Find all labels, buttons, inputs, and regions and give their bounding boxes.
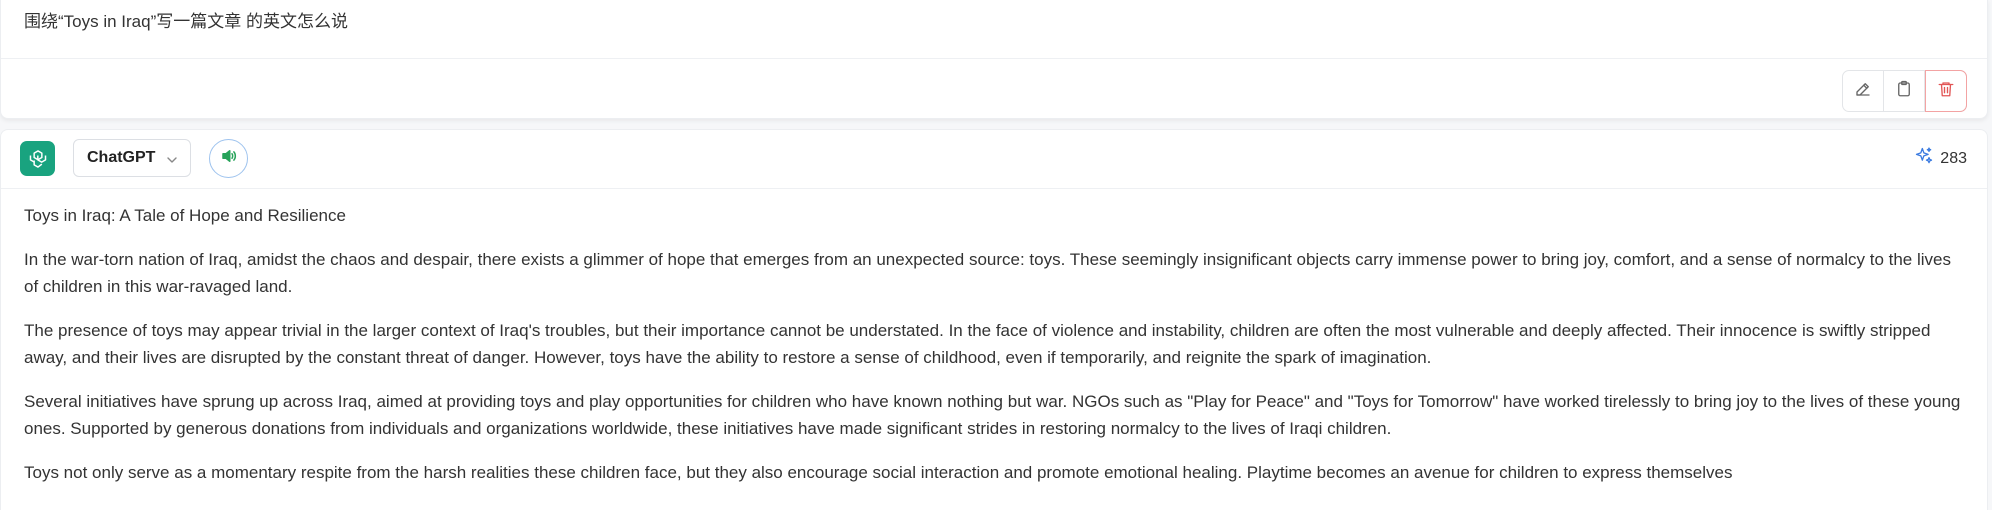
- paragraph: Several initiatives have sprung up acros…: [24, 392, 1961, 438]
- sparkles-icon: [1914, 146, 1934, 171]
- trash-icon: [1937, 80, 1955, 103]
- model-select[interactable]: ChatGPT: [73, 139, 191, 177]
- user-message-text: 围绕“Toys in Iraq”写一篇文章 的英文怎么说: [24, 12, 348, 31]
- article-title: Toys in Iraq: A Tale of Hope and Resilie…: [24, 206, 346, 225]
- paragraph: Toys not only serve as a momentary respi…: [24, 463, 1733, 482]
- chat-page: 围绕“Toys in Iraq”写一篇文章 的英文怎么说 ChatGPT 283…: [0, 0, 1992, 510]
- paragraph: In the war-torn nation of Iraq, amidst t…: [24, 250, 1951, 296]
- user-message-card: 围绕“Toys in Iraq”写一篇文章 的英文怎么说: [0, 0, 1988, 119]
- message-actions: [1842, 70, 1967, 112]
- delete-button[interactable]: [1925, 70, 1967, 112]
- token-count-value: 283: [1940, 149, 1967, 167]
- copy-button[interactable]: [1884, 71, 1925, 111]
- pencil-icon: [1854, 80, 1872, 103]
- paragraph: The presence of toys may appear trivial …: [24, 321, 1931, 367]
- chevron-down-icon: [166, 153, 178, 171]
- assistant-header: ChatGPT 283: [1, 130, 1987, 189]
- clipboard-icon: [1895, 80, 1913, 103]
- speaker-icon: [220, 147, 238, 170]
- assistant-message-card: ChatGPT 283 Toys in Iraq: A Tale of Hope…: [0, 129, 1988, 510]
- token-count: 283: [1914, 146, 1967, 171]
- openai-logo-icon: [20, 141, 55, 176]
- model-label: ChatGPT: [87, 149, 156, 166]
- edit-button[interactable]: [1843, 71, 1884, 111]
- assistant-message-body: Toys in Iraq: A Tale of Hope and Resilie…: [24, 202, 1967, 503]
- speaker-button[interactable]: [209, 139, 248, 178]
- divider: [1, 58, 1987, 59]
